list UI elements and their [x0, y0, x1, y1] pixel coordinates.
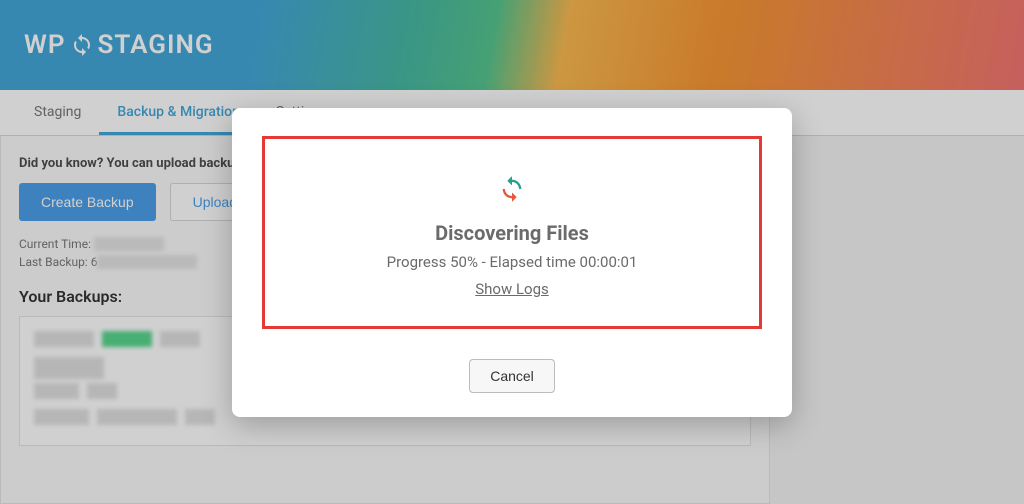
cancel-button[interactable]: Cancel: [469, 359, 555, 393]
progress-text: Progress 50% - Elapsed time 00:00:01: [275, 253, 749, 271]
show-logs-link[interactable]: Show Logs: [475, 280, 549, 298]
modal-footer: Cancel: [262, 359, 762, 393]
highlight-area: Discovering Files Progress 50% - Elapsed…: [262, 136, 762, 329]
modal-overlay: Discovering Files Progress 50% - Elapsed…: [0, 0, 1024, 504]
progress-modal: Discovering Files Progress 50% - Elapsed…: [232, 108, 792, 417]
modal-heading: Discovering Files: [275, 221, 749, 245]
spinner-icon: [498, 175, 526, 207]
